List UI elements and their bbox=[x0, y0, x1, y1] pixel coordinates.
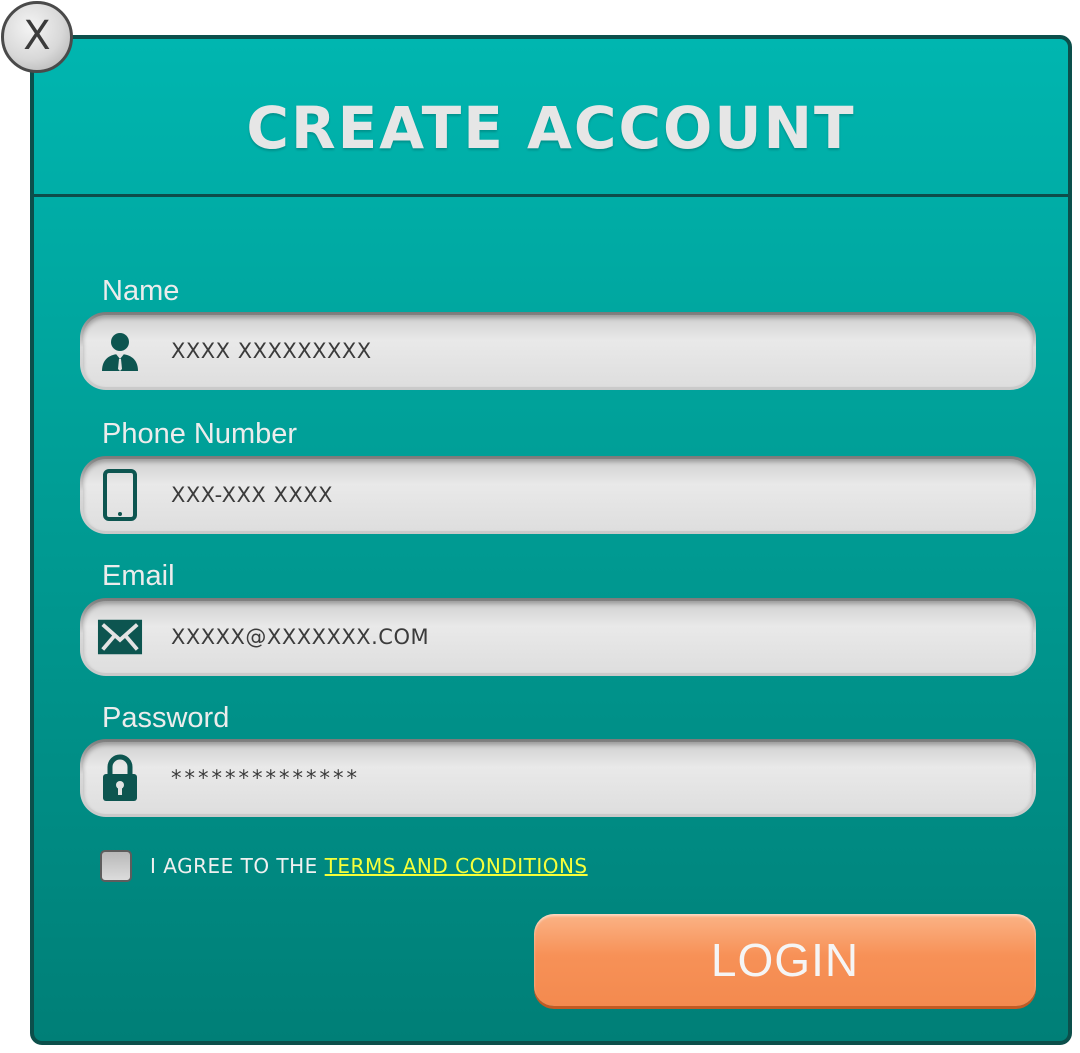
name-input[interactable]: XXXX XXXXXXXXX bbox=[171, 339, 372, 363]
phone-label: Phone Number bbox=[102, 418, 298, 450]
terms-link[interactable]: TERMS AND CONDITIONS bbox=[325, 854, 588, 878]
name-field[interactable]: XXXX XXXXXXXXX bbox=[80, 312, 1036, 390]
agreement-text: I AGREE TO THE TERMS AND CONDITIONS bbox=[150, 854, 588, 878]
name-field-inner: XXXX XXXXXXXXX bbox=[83, 315, 1033, 387]
email-input[interactable]: XXXXX@XXXXXXX.COM bbox=[171, 625, 429, 649]
agreement-prefix: I AGREE TO THE bbox=[150, 854, 325, 878]
name-label: Name bbox=[102, 275, 180, 307]
login-button[interactable]: LOGIN bbox=[534, 914, 1036, 1006]
email-label: Email bbox=[102, 560, 175, 592]
envelope-icon bbox=[97, 614, 143, 660]
title-divider bbox=[34, 194, 1068, 197]
email-field[interactable]: XXXXX@XXXXXXX.COM bbox=[80, 598, 1036, 676]
terms-checkbox[interactable] bbox=[100, 850, 132, 882]
login-button-label: LOGIN bbox=[710, 934, 860, 986]
phone-input[interactable]: XXX-XXX XXXX bbox=[171, 483, 333, 507]
password-input[interactable]: ************** bbox=[171, 766, 360, 790]
phone-field[interactable]: XXX-XXX XXXX bbox=[80, 456, 1036, 534]
password-field[interactable]: ************** bbox=[80, 739, 1036, 817]
mobile-phone-icon bbox=[97, 469, 143, 521]
create-account-panel: CREATE ACCOUNT Name XXXX XXXXXXXXX Phone… bbox=[30, 35, 1072, 1045]
password-field-inner: ************** bbox=[83, 742, 1033, 814]
padlock-icon bbox=[97, 754, 143, 801]
phone-field-inner: XXX-XXX XXXX bbox=[83, 459, 1033, 531]
page-title: CREATE ACCOUNT bbox=[246, 94, 856, 162]
email-field-inner: XXXXX@XXXXXXX.COM bbox=[83, 601, 1033, 673]
password-label: Password bbox=[102, 702, 230, 734]
close-button[interactable]: X bbox=[1, 1, 73, 73]
close-icon: X bbox=[23, 13, 51, 59]
user-icon bbox=[97, 328, 143, 374]
